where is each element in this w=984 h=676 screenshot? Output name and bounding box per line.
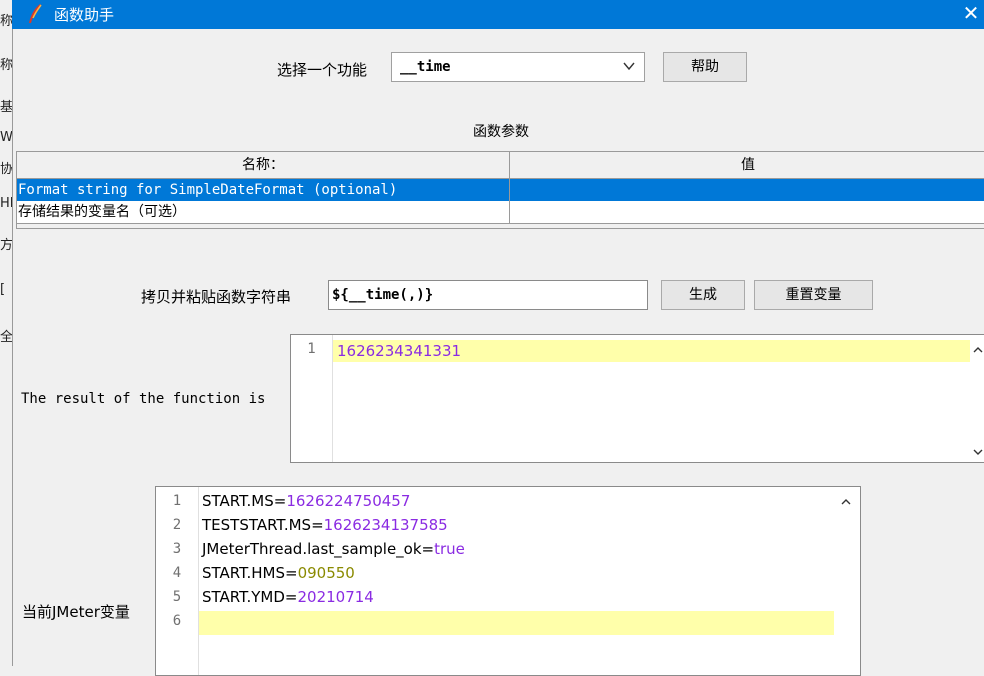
feather-icon: [26, 3, 44, 29]
variable-value: 20210714: [297, 588, 374, 606]
reset-variables-button[interactable]: 重置变量: [754, 280, 873, 310]
param-name-cell[interactable]: Format string for SimpleDateFormat (opti…: [17, 179, 506, 201]
function-select-label: 选择一个功能: [277, 61, 368, 79]
generate-button[interactable]: 生成: [661, 280, 745, 310]
background-text: [: [0, 282, 6, 297]
variable-key: START.HMS: [202, 564, 286, 582]
line-number: 4: [172, 565, 182, 581]
variable-key: TESTSTART.MS: [202, 516, 312, 534]
table-row[interactable]: Format string for SimpleDateFormat (opti…: [17, 179, 984, 201]
close-button[interactable]: ✕: [958, 0, 984, 29]
function-select-value: __time: [400, 59, 451, 75]
variable-line: TESTSTART.MS=1626234137585: [202, 516, 448, 534]
variable-value: 090550: [297, 564, 355, 582]
line-number-gutter: 1: [291, 335, 333, 462]
line-number: 1: [172, 493, 182, 509]
variable-line: JMeterThread.last_sample_ok=true: [202, 540, 465, 558]
help-button[interactable]: 帮助: [663, 52, 747, 82]
variable-line: START.HMS=090550: [202, 564, 355, 582]
chevron-down-icon: [622, 59, 636, 77]
variable-value: true: [434, 540, 465, 558]
variable-value: 1626234137585: [323, 516, 448, 534]
column-header-name[interactable]: 名称：: [17, 152, 510, 178]
params-table: 名称： 值 Format string for SimpleDateFormat…: [16, 151, 984, 229]
line-number: 3: [172, 541, 182, 557]
scroll-up-icon[interactable]: [972, 343, 984, 359]
param-value-cell[interactable]: [509, 179, 984, 201]
params-table-header: 名称： 值: [17, 152, 984, 179]
table-row[interactable]: 存储结果的变量名（可选）: [17, 201, 984, 224]
param-value-cell[interactable]: [509, 201, 984, 223]
function-helper-dialog: 选择一个功能 __time 帮助 函数参数 名称： 值 Format strin…: [12, 29, 984, 676]
variable-line: START.YMD=20210714: [202, 588, 374, 606]
window-title: 函数助手: [54, 6, 115, 24]
result-editor[interactable]: 1 1626234341331: [290, 334, 984, 463]
scroll-up-icon[interactable]: [840, 495, 852, 511]
variables-label: 当前JMeter变量: [22, 603, 130, 621]
variable-line: START.MS=1626224750457: [202, 492, 411, 510]
scroll-down-icon[interactable]: [972, 445, 984, 461]
param-name-cell[interactable]: 存储结果的变量名（可选）: [17, 201, 506, 223]
line-number: 6: [172, 613, 182, 629]
line-number-gutter: 1 2 3 4 5 6: [156, 487, 199, 675]
variable-key: START.MS: [202, 492, 274, 510]
line-number: 5: [172, 589, 182, 605]
result-label: The result of the function is: [21, 391, 266, 407]
function-string-label: 拷贝并粘贴函数字符串: [141, 288, 292, 306]
function-string-field[interactable]: ${__time(,)}: [328, 280, 648, 310]
variable-key: START.YMD: [202, 588, 285, 606]
variable-key: JMeterThread.last_sample_ok: [202, 540, 422, 558]
variable-value: 1626224750457: [286, 492, 411, 510]
current-line-highlight: [199, 611, 834, 635]
function-select[interactable]: __time: [391, 52, 645, 82]
column-header-value[interactable]: 值: [510, 152, 984, 178]
result-value: 1626234341331: [337, 342, 462, 360]
line-number: 1: [307, 341, 316, 357]
title-bar[interactable]: 函数助手 ✕: [12, 0, 984, 29]
params-section-title: 函数参数: [473, 124, 529, 140]
variables-editor[interactable]: 1 2 3 4 5 6 START.MS=1626224750457 TESTS…: [155, 486, 861, 676]
function-string-value: ${__time(,)}: [332, 287, 434, 303]
line-number: 2: [172, 517, 182, 533]
